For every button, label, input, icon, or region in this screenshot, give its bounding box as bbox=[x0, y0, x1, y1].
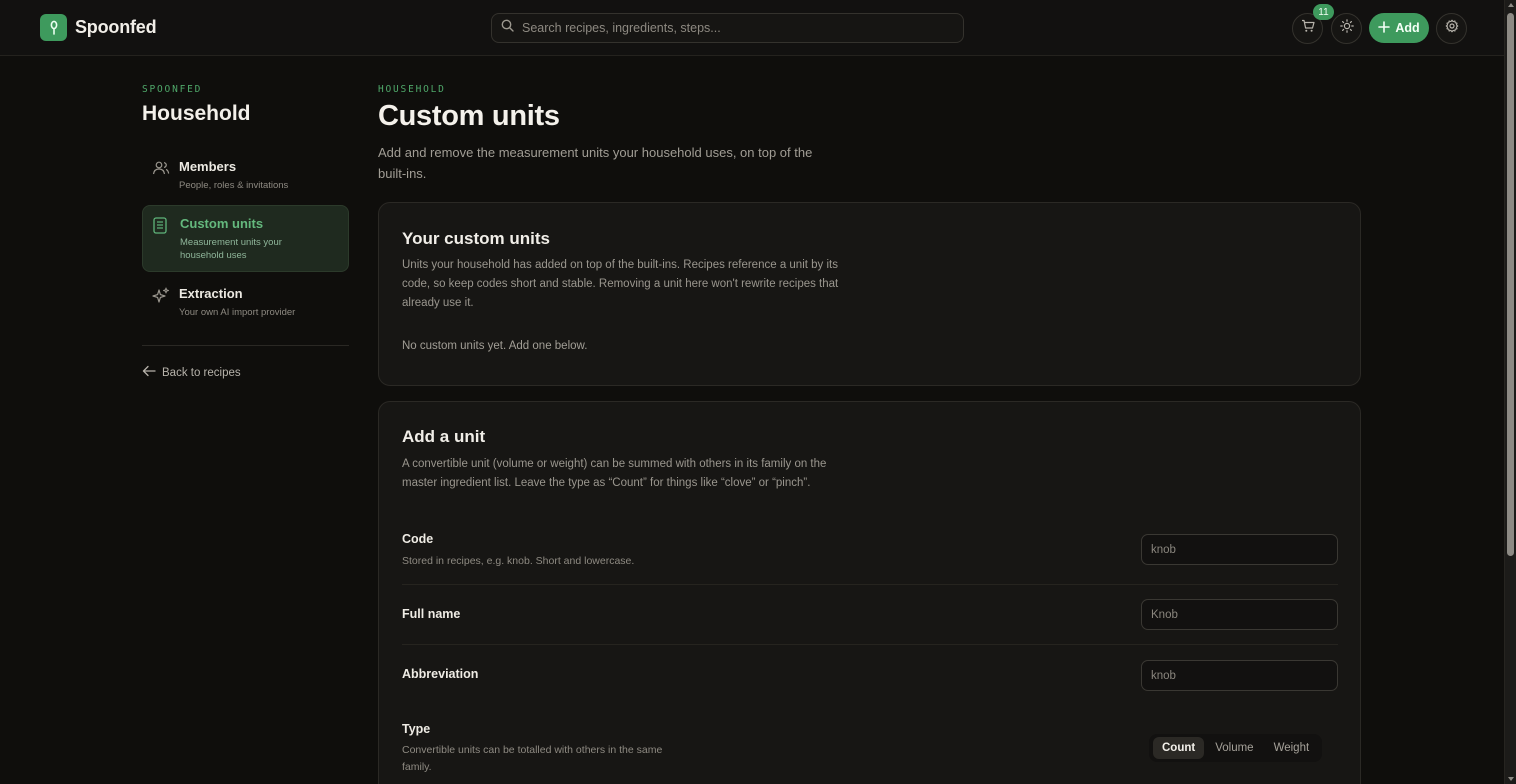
back-link-label: Back to recipes bbox=[162, 366, 241, 379]
document-icon bbox=[153, 217, 167, 239]
card-description: Units your household has added on top of… bbox=[402, 259, 839, 309]
search-input[interactable] bbox=[522, 21, 922, 35]
abbreviation-label: Abbreviation bbox=[402, 667, 479, 681]
app-name: Spoonfed bbox=[75, 17, 157, 37]
custom-units-card: Your custom units Units your household h… bbox=[378, 202, 1361, 386]
search-bar[interactable] bbox=[491, 13, 964, 43]
abbreviation-field[interactable] bbox=[1141, 660, 1338, 691]
type-label: Type bbox=[402, 722, 431, 736]
card-description: A convertible unit (volume or weight) ca… bbox=[402, 458, 827, 489]
search-icon bbox=[501, 19, 514, 37]
sidebar-item-label: Custom units bbox=[180, 216, 264, 231]
empty-state-text: No custom units yet. Add one below. bbox=[402, 340, 588, 352]
page-eyebrow: HOUSEHOLD bbox=[378, 84, 446, 95]
sidebar-title: Household bbox=[142, 102, 251, 125]
cart-icon bbox=[1301, 19, 1315, 38]
sidebar-eyebrow: SPOONFED bbox=[142, 84, 203, 95]
app-logo[interactable]: Spoonfed bbox=[40, 14, 157, 41]
row-divider bbox=[402, 644, 1338, 645]
page-title: Custom units bbox=[378, 100, 560, 132]
sidebar-item-sub: Measurement units your household uses bbox=[180, 237, 282, 261]
type-option-weight[interactable]: Weight bbox=[1265, 737, 1319, 759]
sidebar-item-sub: Your own AI import provider bbox=[179, 307, 296, 318]
cart-count-badge: 11 bbox=[1313, 4, 1334, 20]
sidebar-divider bbox=[142, 345, 349, 346]
arrow-left-icon bbox=[142, 365, 156, 380]
users-icon bbox=[152, 160, 170, 181]
top-bar: Spoonfed 11 bbox=[0, 0, 1504, 56]
sidebar-item-members[interactable]: Members People, roles & invitations bbox=[142, 149, 349, 199]
settings-button[interactable] bbox=[1436, 13, 1467, 44]
add-unit-card: Add a unit A convertible unit (volume or… bbox=[378, 401, 1361, 784]
type-option-count[interactable]: Count bbox=[1153, 737, 1205, 759]
sidebar-item-label: Members bbox=[179, 159, 237, 174]
code-label: Code bbox=[402, 532, 434, 546]
page-scrollbar[interactable] bbox=[1504, 0, 1516, 784]
scrollbar-thumb[interactable] bbox=[1507, 13, 1514, 556]
card-title: Add a unit bbox=[402, 427, 486, 446]
unit-type-selector: Count Volume Weight bbox=[1149, 734, 1323, 762]
sun-icon bbox=[1339, 19, 1354, 38]
scroll-down-icon[interactable] bbox=[1508, 777, 1514, 781]
sidebar-item-custom-units[interactable]: Custom units Measurement units your hous… bbox=[142, 205, 349, 272]
code-help: Stored in recipes, e.g. knob. Short and … bbox=[402, 555, 635, 567]
plus-icon bbox=[1378, 20, 1391, 36]
sidebar-item-label: Extraction bbox=[179, 286, 243, 301]
theme-toggle-button[interactable] bbox=[1331, 13, 1362, 44]
card-title: Your custom units bbox=[402, 229, 550, 248]
code-field[interactable] bbox=[1141, 534, 1338, 565]
add-button[interactable]: Add bbox=[1369, 13, 1429, 43]
sidebar-item-extraction[interactable]: Extraction Your own AI import provider bbox=[142, 276, 349, 326]
sparkle-icon bbox=[152, 287, 170, 310]
row-divider bbox=[402, 584, 1338, 585]
add-button-label: Add bbox=[1395, 21, 1420, 35]
back-to-recipes-link[interactable]: Back to recipes bbox=[142, 365, 241, 380]
sidebar-item-sub: People, roles & invitations bbox=[179, 180, 289, 191]
type-help: Convertible units can be totalled with o… bbox=[402, 744, 663, 773]
spoon-icon bbox=[40, 14, 67, 41]
full-name-label: Full name bbox=[402, 607, 461, 621]
type-option-volume[interactable]: Volume bbox=[1206, 737, 1262, 759]
scroll-up-icon[interactable] bbox=[1508, 3, 1514, 7]
gear-icon bbox=[1445, 19, 1459, 38]
full-name-field[interactable] bbox=[1141, 599, 1338, 630]
page-description: Add and remove the measurement units you… bbox=[378, 145, 813, 181]
